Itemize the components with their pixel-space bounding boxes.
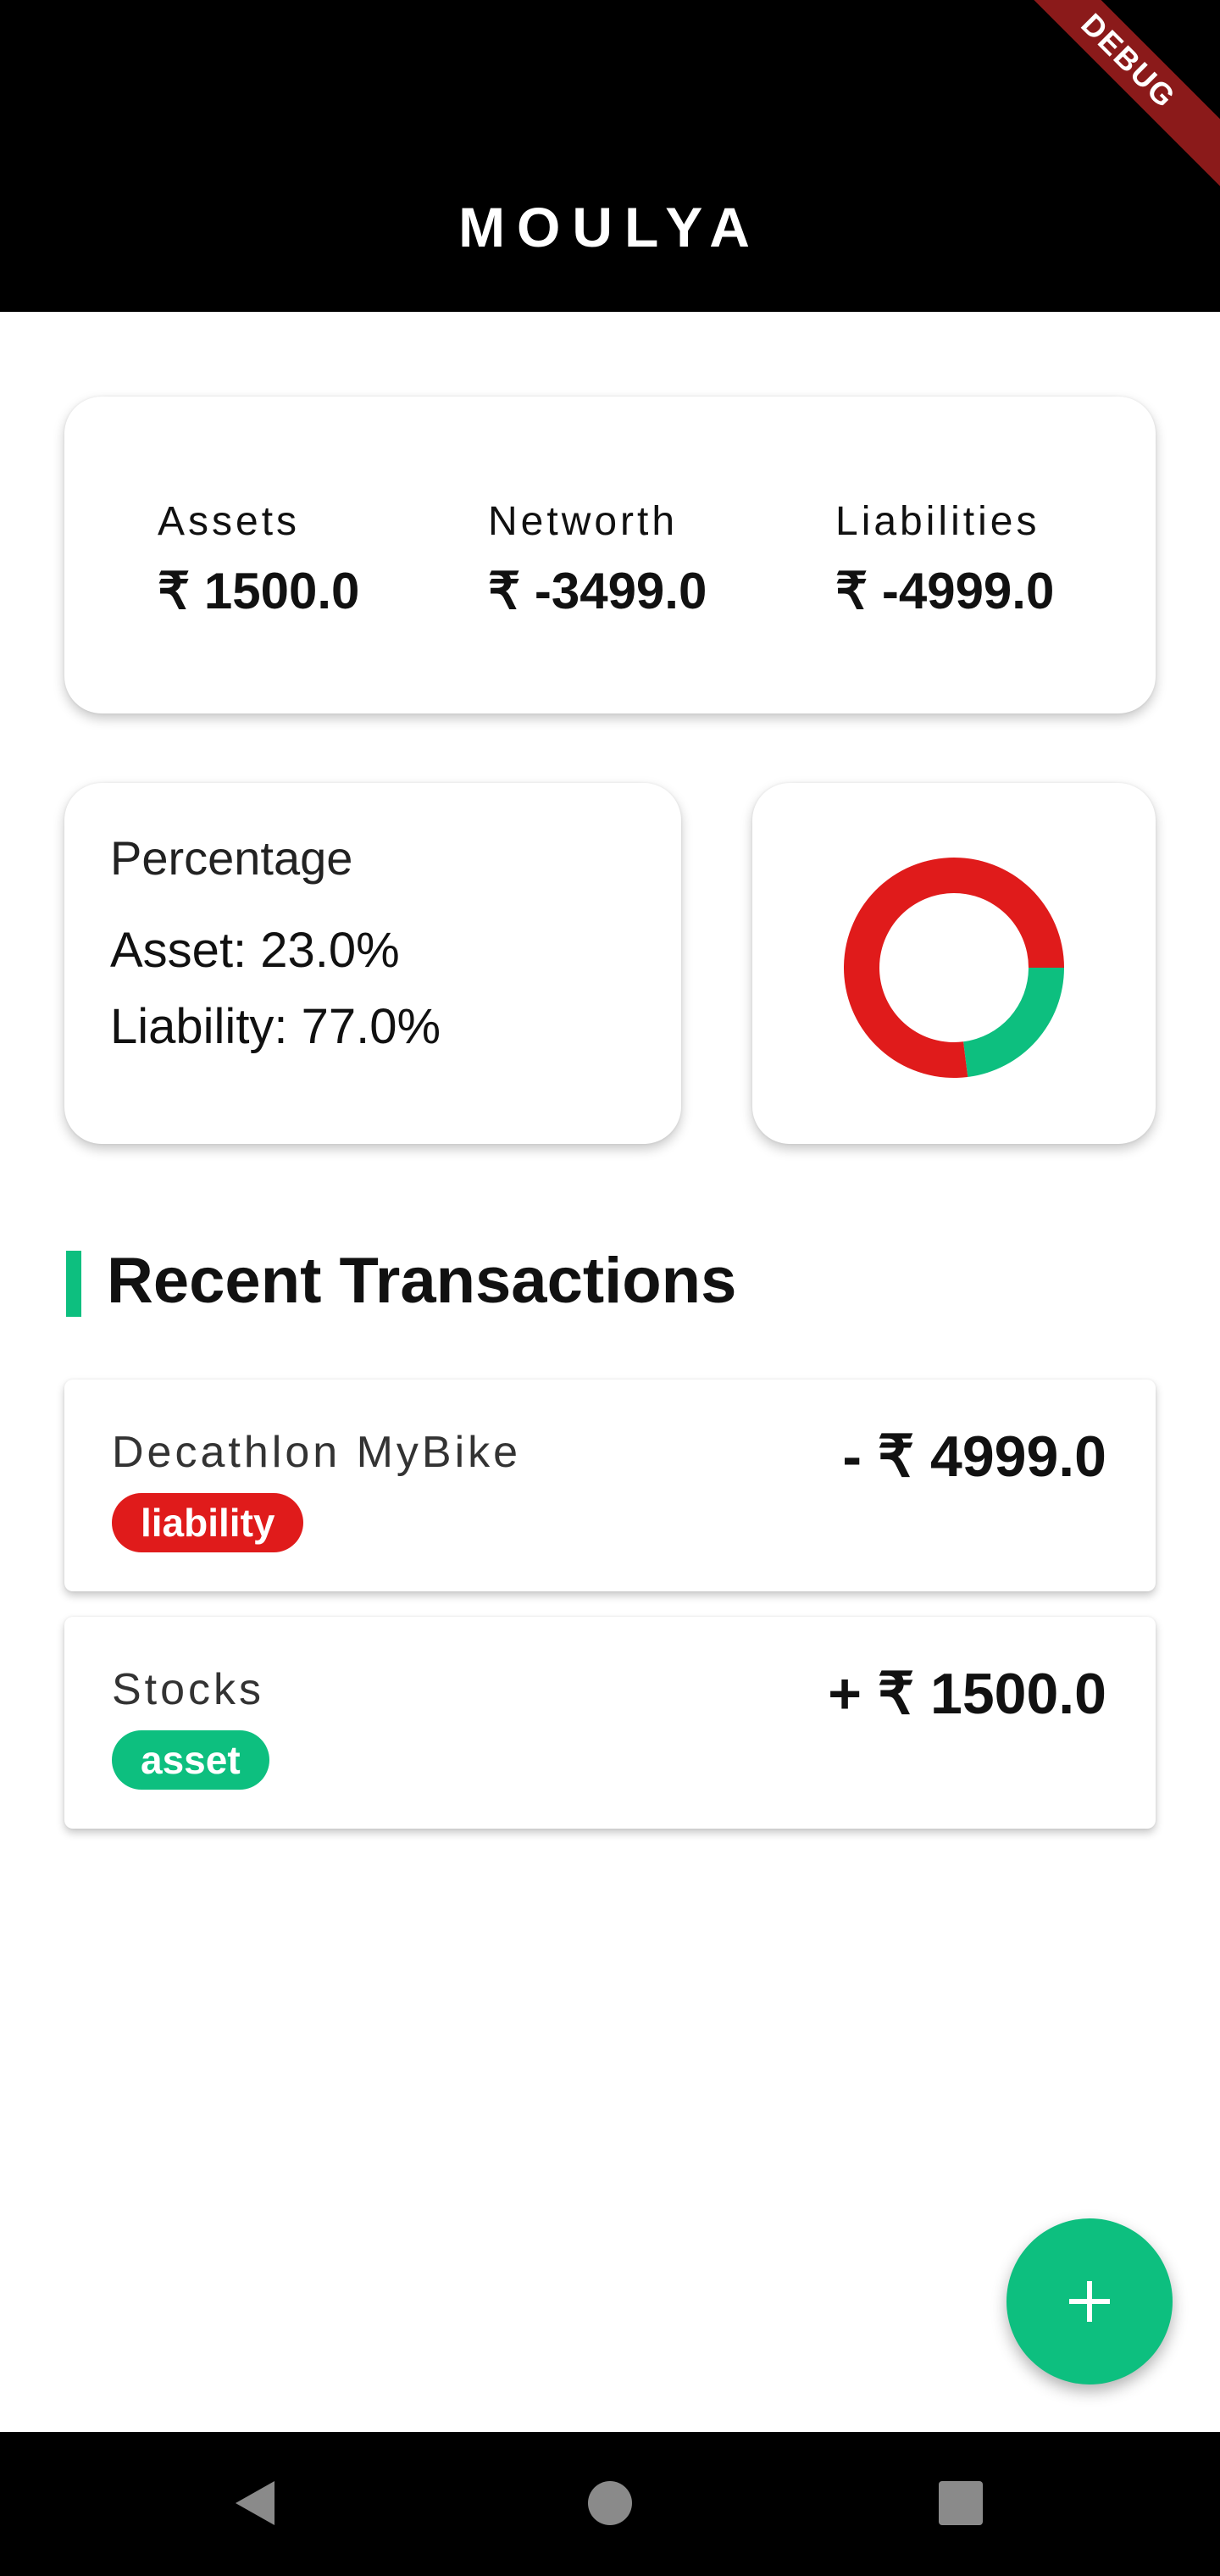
assets-label: Assets — [158, 499, 301, 544]
donut-chart-card — [752, 783, 1156, 1144]
transaction-card[interactable]: Decathlon MyBike liability - ₹ 4999.0 — [64, 1380, 1156, 1591]
transaction-amount: + ₹ 1500.0 — [828, 1662, 1106, 1726]
summary-card: Assets ₹ 1500.0 Networth ₹ -3499.0 Liabi… — [64, 397, 1156, 713]
transaction-tag: liability — [112, 1493, 304, 1552]
networth-label: Networth — [488, 499, 679, 544]
liabilities-summary: Liabilities ₹ -4999.0 — [835, 498, 1054, 621]
back-triangle-icon[interactable] — [222, 2469, 290, 2537]
section-accent-bar — [66, 1251, 81, 1317]
recents-square-icon[interactable] — [927, 2469, 995, 2537]
networth-value: ₹ -3499.0 — [488, 563, 707, 619]
assets-value: ₹ 1500.0 — [158, 563, 360, 619]
app-bar: MOULYA — [0, 0, 1220, 312]
percentage-title: Percentage — [110, 831, 353, 885]
asset-percentage: Asset: 23.0% — [110, 923, 400, 978]
liabilities-label: Liabilities — [835, 499, 1040, 544]
app-title: MOULYA — [458, 196, 762, 258]
networth-summary: Networth ₹ -3499.0 — [488, 498, 707, 621]
liabilities-value: ₹ -4999.0 — [835, 563, 1055, 619]
transaction-name: Decathlon MyBike — [112, 1428, 522, 1477]
home-circle-icon[interactable] — [576, 2469, 644, 2537]
donut-chart — [844, 858, 1064, 1078]
recent-transactions-title: Recent Transactions — [107, 1245, 737, 1317]
liability-percentage: Liability: 77.0% — [110, 999, 441, 1054]
add-transaction-button[interactable] — [1006, 2218, 1173, 2384]
percentage-card: Percentage Asset: 23.0% Liability: 77.0% — [64, 783, 681, 1144]
system-nav-bar — [0, 2432, 1220, 2576]
transaction-card[interactable]: Stocks asset + ₹ 1500.0 — [64, 1617, 1156, 1829]
transaction-amount: - ₹ 4999.0 — [842, 1424, 1106, 1489]
asset-donut-segment — [963, 968, 1064, 1077]
transaction-tag: asset — [112, 1730, 269, 1790]
transaction-name: Stocks — [112, 1665, 265, 1714]
assets-summary: Assets ₹ 1500.0 — [158, 498, 359, 621]
